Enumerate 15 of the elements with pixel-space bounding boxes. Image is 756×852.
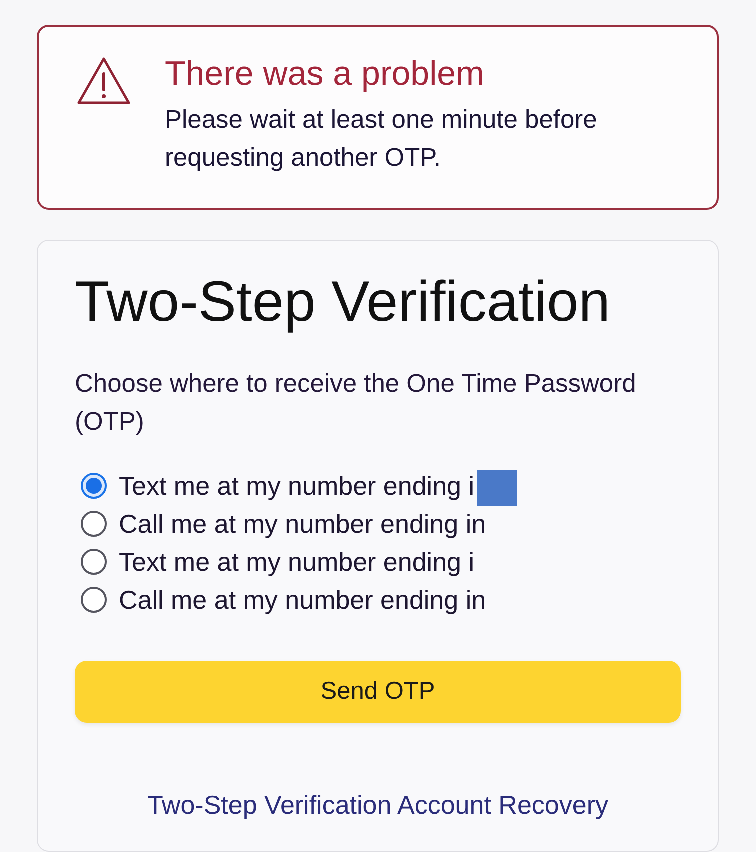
page-title: Two-Step Verification [75, 269, 612, 335]
option-label[interactable]: Text me at my number ending i [119, 546, 474, 578]
radio-button[interactable] [81, 511, 107, 537]
option-label[interactable]: Text me at my number ending i [119, 470, 474, 502]
send-otp-button[interactable]: Send OTP [75, 661, 681, 723]
radio-button[interactable] [81, 587, 107, 613]
radio-button[interactable] [81, 473, 107, 499]
otp-prompt: Choose where to receive the One Time Password (OTP) [75, 369, 638, 438]
warning-icon [77, 57, 131, 105]
radio-button[interactable] [81, 549, 107, 575]
alert-title: There was a problem [165, 54, 486, 95]
alert-message: Please wait at least one minute before requesting another OTP. [165, 105, 598, 174]
option-label[interactable]: Call me at my number ending in [119, 584, 486, 616]
option-label[interactable]: Call me at my number ending in [119, 508, 486, 540]
account-recovery-link[interactable]: Two-Step Verification Account Recovery [147, 789, 608, 821]
